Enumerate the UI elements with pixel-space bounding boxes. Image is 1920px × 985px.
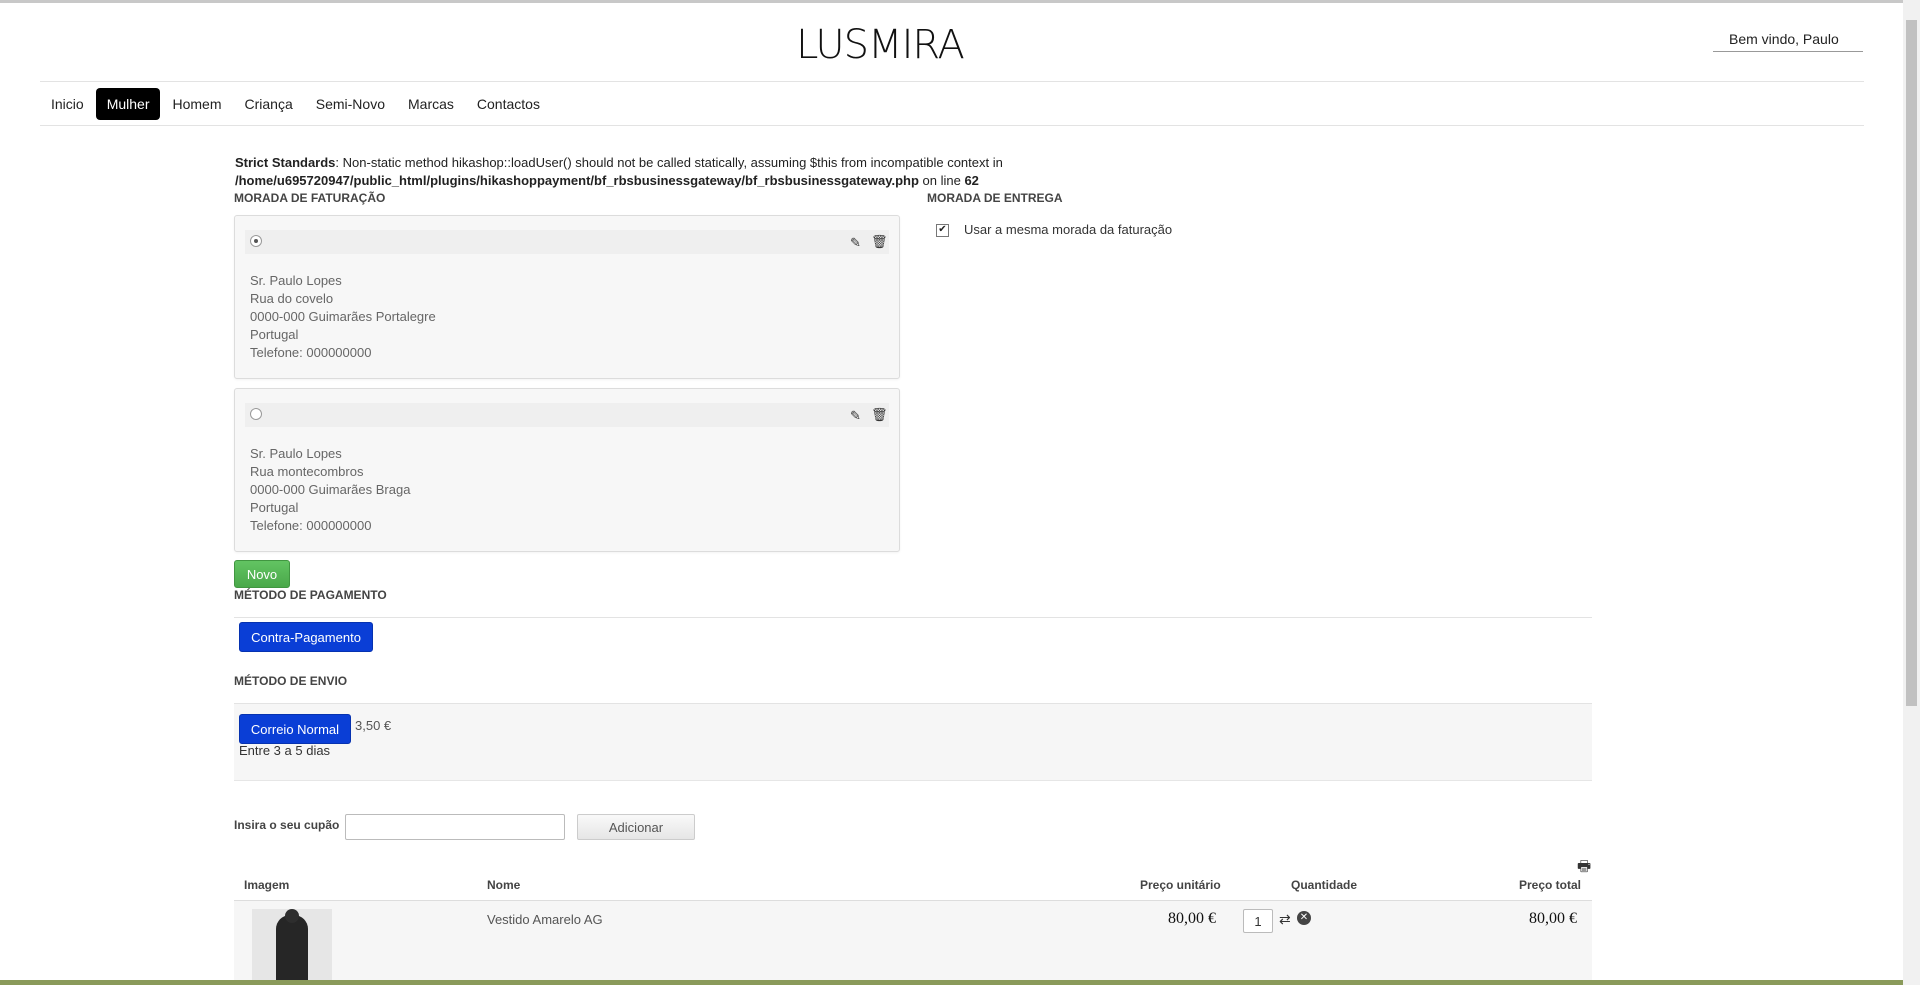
shipping-price: 3,50 € — [355, 718, 392, 733]
same-address-label: Usar a mesma morada da faturação — [964, 222, 1173, 237]
trash-icon[interactable]: 🗑 — [871, 407, 888, 423]
col-header-unit-price: Preço unitário — [1140, 878, 1221, 892]
trash-icon[interactable]: 🗑 — [871, 234, 888, 250]
shipping-panel — [234, 704, 1592, 781]
col-header-total: Preço total — [1519, 878, 1582, 892]
shipping-title: MÉTODO DE ENVIO — [234, 674, 348, 688]
quantity-input[interactable]: 1 — [1243, 909, 1273, 933]
address-line: 0000-000 Guimarães Portalegre — [250, 309, 436, 324]
address-line: Portugal — [250, 500, 299, 515]
warning-online: on line — [918, 173, 965, 188]
billing-address-card[interactable]: ✎ 🗑 Sr. Paulo Lopes Rua montecombros 000… — [234, 388, 900, 552]
nav-item-marcas[interactable]: Marcas — [397, 88, 465, 120]
pencil-icon[interactable]: ✎ — [850, 235, 861, 251]
coupon-label: Insira o seu cupão — [234, 818, 340, 832]
warning-line: 62 — [964, 173, 979, 188]
product-name-link[interactable]: Vestido Amarelo AG — [487, 912, 603, 927]
address-line: Portugal — [250, 327, 299, 342]
unit-price: 80,00 € — [1168, 910, 1216, 927]
same-address-checkbox[interactable]: ✔ — [936, 224, 949, 237]
remove-icon[interactable]: ✕ — [1297, 911, 1311, 925]
coupon-input[interactable] — [345, 814, 565, 840]
nav-item-contactos[interactable]: Contactos — [466, 88, 551, 120]
nav-item-crianca[interactable]: Criança — [234, 88, 304, 120]
shipping-description: Entre 3 a 5 dias — [239, 743, 331, 758]
col-header-name: Nome — [487, 878, 521, 892]
col-header-quantity: Quantidade — [1291, 878, 1358, 892]
welcome-menu[interactable]: Bem vindo, Paulo — [1713, 26, 1863, 52]
delivery-title: MORADA DE ENTREGA — [927, 191, 1063, 205]
top-border — [0, 0, 1920, 3]
nav-item-semi-novo[interactable]: Semi-Novo — [305, 88, 396, 120]
nav-item-mulher[interactable]: Mulher — [95, 88, 161, 120]
address-radio[interactable] — [250, 408, 262, 420]
warning-label: Strict Standards — [235, 155, 336, 170]
address-line: 0000-000 Guimarães Braga — [250, 482, 411, 497]
address-card-header — [245, 403, 889, 427]
warning-path: /home/u695720947/public_html/plugins/hik… — [235, 173, 919, 188]
payment-option-button[interactable]: Contra-Pagamento — [239, 622, 373, 652]
address-lines: Sr. Paulo Lopes Rua do covelo 0000-000 G… — [250, 272, 436, 362]
warning-text: : Non-static method hikashop::loadUser()… — [335, 155, 1003, 170]
main-nav: Inicio Mulher Homem Criança Semi-Novo Ma… — [40, 88, 552, 120]
address-radio[interactable] — [250, 235, 262, 247]
address-line: Telefone: 000000000 — [250, 518, 372, 533]
total-price: 80,00 € — [1529, 910, 1577, 927]
col-header-image: Imagem — [244, 878, 290, 892]
shipping-option-button[interactable]: Correio Normal — [239, 714, 351, 744]
nav-item-inicio[interactable]: Inicio — [40, 88, 95, 120]
site-logo[interactable]: LUSMIRA — [760, 22, 1000, 68]
table-row — [234, 901, 1592, 985]
address-line: Sr. Paulo Lopes — [250, 446, 342, 461]
nav-divider — [40, 125, 1864, 126]
address-line: Sr. Paulo Lopes — [250, 273, 342, 288]
address-card-header — [245, 230, 889, 254]
new-address-button[interactable]: Novo — [234, 560, 290, 588]
address-line: Rua montecombros — [250, 464, 364, 479]
billing-title: MORADA DE FATURAÇÃO — [234, 191, 386, 205]
php-warning: Strict Standards: Non-static method hika… — [235, 154, 1003, 190]
pencil-icon[interactable]: ✎ — [850, 408, 861, 424]
page-bottom-strip — [0, 980, 1903, 985]
nav-item-homem[interactable]: Homem — [161, 88, 232, 120]
address-lines: Sr. Paulo Lopes Rua montecombros 0000-00… — [250, 445, 410, 535]
refresh-icon[interactable]: ⇄ — [1279, 911, 1291, 928]
scrollbar-thumb[interactable] — [1906, 20, 1917, 706]
product-image[interactable] — [252, 909, 332, 985]
payment-divider — [234, 617, 1592, 618]
billing-address-card[interactable]: ✎ 🗑 Sr. Paulo Lopes Rua do covelo 0000-0… — [234, 215, 900, 379]
address-line: Telefone: 000000000 — [250, 345, 372, 360]
address-line: Rua do covelo — [250, 291, 334, 306]
header-divider — [40, 81, 1864, 82]
add-coupon-button[interactable]: Adicionar — [577, 814, 695, 840]
payment-title: MÉTODO DE PAGAMENTO — [234, 588, 387, 602]
